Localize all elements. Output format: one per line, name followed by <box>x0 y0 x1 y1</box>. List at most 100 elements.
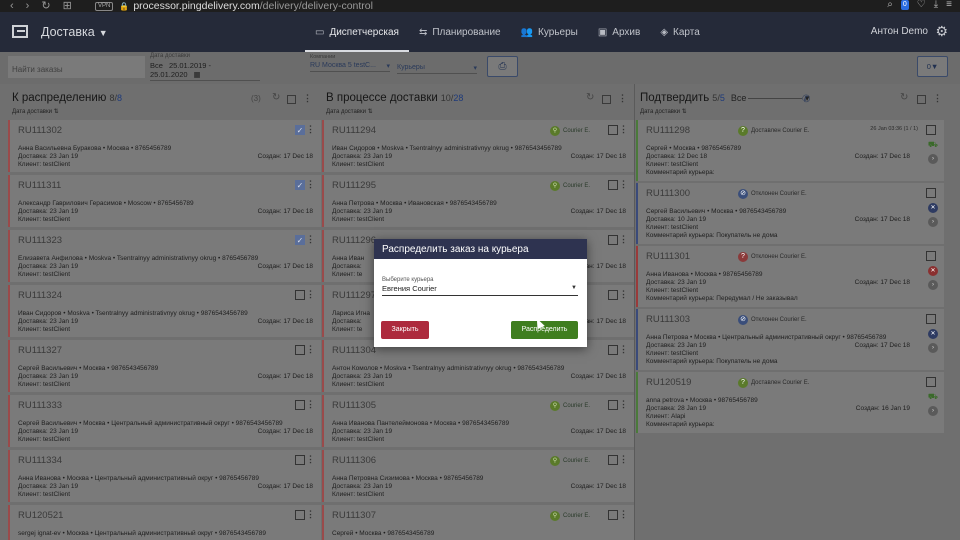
user-name[interactable]: Антон Demo <box>871 26 928 37</box>
gear-icon[interactable]: ⚙ <box>935 23 948 40</box>
order-checkbox[interactable] <box>295 455 305 465</box>
order-card[interactable]: RU111306 Анна Петровна Сизимова • Москва … <box>322 450 634 502</box>
order-checkbox[interactable] <box>608 290 618 300</box>
chevron-right-icon[interactable]: › <box>928 280 938 290</box>
print-button[interactable]: ⎙ <box>487 56 518 77</box>
order-checkbox[interactable] <box>608 125 618 135</box>
order-card[interactable]: RU111300 ⊘ Отклонен Courier E. Сергей Васил… <box>636 183 944 244</box>
more-icon[interactable]: ⋮ <box>618 93 627 104</box>
forward-icon[interactable]: › <box>26 1 30 12</box>
more-icon[interactable]: ⋮ <box>619 454 628 465</box>
refresh-icon[interactable]: ↻ <box>900 92 908 103</box>
order-card[interactable]: RU111324 Иван Сидоров • Moskva • Tsentral… <box>8 285 321 337</box>
tab-2[interactable]: ⇆ Планирование <box>409 12 511 52</box>
courier-select[interactable]: Евгения Courier ▼ <box>382 284 578 296</box>
filter-button[interactable]: 0▼ <box>917 56 948 77</box>
sort-label[interactable]: Дата доставки ⇅ <box>322 106 634 118</box>
app-switcher[interactable]: Доставка ▼ <box>41 25 108 39</box>
reload-icon[interactable]: ↻ <box>41 1 50 12</box>
order-card[interactable]: RU111305 Анна Иванова Пантелеймонова • Мо… <box>322 395 634 447</box>
grid-icon[interactable]: ⊞ <box>63 1 72 12</box>
order-checkbox[interactable] <box>608 510 618 520</box>
order-card[interactable]: RU111311 Александр Гаврилович Герасимов •… <box>8 175 321 227</box>
close-button[interactable]: Закрыть <box>381 321 429 339</box>
truck-icon[interactable]: ⛟ <box>928 392 938 402</box>
sort-label[interactable]: Дата доставки ⇅ <box>636 106 952 118</box>
more-icon[interactable]: ⋮ <box>933 93 942 104</box>
more-icon[interactable]: ⋮ <box>306 399 315 410</box>
more-icon[interactable]: ⋮ <box>619 399 628 410</box>
order-card[interactable]: RU120519? Доставлен Courier E. anna petrov… <box>636 372 944 433</box>
assign-button[interactable]: Распределить <box>511 321 578 339</box>
search-icon[interactable]: ⌕ <box>887 0 893 10</box>
order-card[interactable]: RU111304 Антон Комолов • Moskva • Tsentra… <box>322 340 634 392</box>
reject-icon[interactable]: ✕ <box>928 329 938 339</box>
order-card[interactable]: RU111333 Сергей Васильевич • Москва • Цен… <box>8 395 321 447</box>
vpn-badge[interactable]: VPN <box>95 1 114 11</box>
sort-label[interactable]: Дата доставки ⇅ <box>8 106 321 118</box>
chevron-right-icon[interactable]: › <box>928 217 938 227</box>
chevron-right-icon[interactable]: › <box>928 154 938 164</box>
more-icon[interactable]: ⋮ <box>306 344 315 355</box>
order-checkbox[interactable] <box>926 125 936 135</box>
order-checkbox[interactable] <box>926 314 936 324</box>
order-card[interactable]: RU111303 ⊘ Отклонен Courier E. Анна Петрова… <box>636 309 944 370</box>
select-all-checkbox[interactable] <box>917 95 926 104</box>
select-all-checkbox[interactable] <box>602 95 611 104</box>
more-icon[interactable]: ⋮ <box>619 179 628 190</box>
order-checkbox[interactable]: ✓ <box>295 125 305 135</box>
tab-3[interactable]: 👥 Курьеры <box>511 12 588 52</box>
order-checkbox[interactable] <box>608 180 618 190</box>
date-filter[interactable]: Дата доставки Все 25.01.2019 - 25.01.2020… <box>150 53 260 81</box>
more-icon[interactable]: ⋮ <box>619 234 628 245</box>
order-card[interactable]: RU111327 Сергей Васильевич • Москва • 987… <box>8 340 321 392</box>
couriers-select[interactable]: Курьеры ▾ <box>397 62 477 76</box>
menu-icon[interactable]: ≡ <box>946 0 952 10</box>
phone-icon[interactable]: ✆ <box>802 94 810 105</box>
download-icon[interactable]: ⤓ <box>934 0 938 10</box>
search-input[interactable]: Найти заказы <box>8 56 145 78</box>
order-checkbox[interactable] <box>295 400 305 410</box>
order-card[interactable]: RU111302 Анна Васильевна Буракова • Москв… <box>8 120 321 172</box>
tab-5[interactable]: ◈ Карта <box>650 12 709 52</box>
reject-icon[interactable]: ✕ <box>928 266 938 276</box>
order-checkbox[interactable] <box>608 400 618 410</box>
reject-icon[interactable]: ✕ <box>928 203 938 213</box>
order-checkbox[interactable] <box>926 377 936 387</box>
more-icon[interactable]: ⋮ <box>303 93 312 104</box>
address-bar[interactable]: processor.pingdelivery.com/delivery/deli… <box>133 1 373 12</box>
more-icon[interactable]: ⋮ <box>306 289 315 300</box>
order-card[interactable]: RU111298? Доставлен Courier E. 26 Jan 03:3… <box>636 120 944 181</box>
tab-1[interactable]: ▭ Диспетчерская <box>305 12 409 52</box>
more-icon[interactable]: ⋮ <box>619 509 628 520</box>
truck-icon[interactable]: ⛟ <box>928 140 938 150</box>
status-dropdown[interactable]: Все ▾ <box>731 93 810 103</box>
more-icon[interactable]: ⋮ <box>619 124 628 135</box>
order-checkbox[interactable]: ✓ <box>295 180 305 190</box>
heart-icon[interactable]: ♡ <box>917 0 926 10</box>
tab-4[interactable]: ▣ Архив <box>588 12 650 52</box>
order-checkbox[interactable] <box>926 251 936 261</box>
order-checkbox[interactable] <box>608 345 618 355</box>
order-checkbox[interactable] <box>295 290 305 300</box>
select-all-checkbox[interactable] <box>287 95 296 104</box>
more-icon[interactable]: ⋮ <box>306 179 315 190</box>
more-icon[interactable]: ⋮ <box>619 289 628 300</box>
companies-select[interactable]: Компании RU Москва 5 testC... ▾ <box>310 54 390 76</box>
order-checkbox[interactable] <box>926 188 936 198</box>
more-icon[interactable]: ⋮ <box>306 509 315 520</box>
chevron-right-icon[interactable]: › <box>928 343 938 353</box>
order-card[interactable]: RU111301? Отклонен Courier E. Анна Иванова… <box>636 246 944 307</box>
more-icon[interactable]: ⋮ <box>306 454 315 465</box>
refresh-icon[interactable]: ↻ <box>586 92 594 103</box>
calendar-icon[interactable]: ▦ <box>194 70 201 79</box>
back-icon[interactable]: ‹ <box>10 1 14 12</box>
order-checkbox[interactable] <box>608 455 618 465</box>
more-icon[interactable]: ⋮ <box>306 234 315 245</box>
order-checkbox[interactable] <box>295 345 305 355</box>
order-checkbox[interactable]: ✓ <box>295 235 305 245</box>
chevron-right-icon[interactable]: › <box>928 406 938 416</box>
more-icon[interactable]: ⋮ <box>306 124 315 135</box>
order-card[interactable]: RU111307 Сергей • Москва • 9876543456789 ⚲… <box>322 505 634 540</box>
order-card[interactable]: RU111323 Елизавета Анфилова • Moskva • Ts… <box>8 230 321 282</box>
